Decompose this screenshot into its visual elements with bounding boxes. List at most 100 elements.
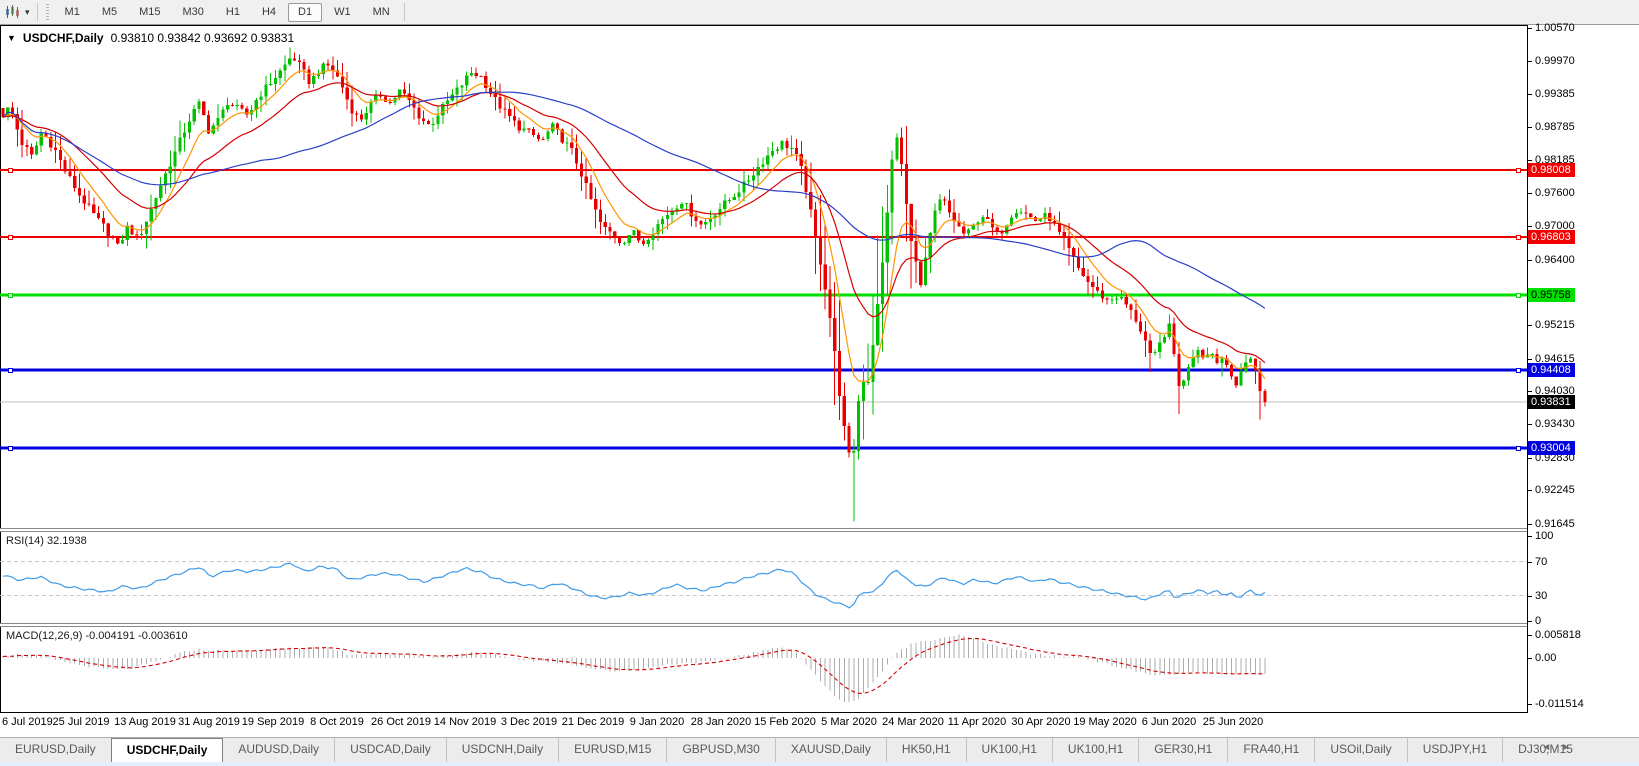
chart-type-icon[interactable] (3, 4, 23, 20)
date-axis-label: 19 May 2020 (1073, 716, 1137, 728)
timeframe-button-m30[interactable]: M30 (173, 3, 214, 22)
hline-handle[interactable] (8, 235, 13, 241)
tab-ger30-h1[interactable]: GER30,H1 (1138, 738, 1227, 762)
hline-handle[interactable] (8, 368, 13, 374)
tab-eurusd-daily[interactable]: EURUSD,Daily (0, 738, 111, 762)
rsi-axis-tick: 100 (1535, 530, 1554, 542)
price-tick-mark (1527, 325, 1532, 327)
timeframe-button-m1[interactable]: M1 (55, 3, 90, 22)
hline-handle[interactable] (1516, 446, 1521, 452)
hline-handle[interactable] (1516, 293, 1521, 299)
hline-handle[interactable] (8, 293, 13, 299)
price-tick-mark (1527, 160, 1532, 162)
price-axis-tick: 0.99970 (1535, 55, 1575, 68)
tab-usdcad-daily[interactable]: USDCAD,Daily (334, 738, 446, 762)
macd-indicator-canvas[interactable] (0, 627, 1528, 712)
timeframe-buttons: M1 M5 M15 M30 H1 H4 D1 W1 MN (54, 2, 401, 22)
price-axis-tick: 0.96400 (1535, 253, 1575, 266)
hline-handle[interactable] (1516, 368, 1521, 374)
rsi-axis-tick: 70 (1535, 555, 1548, 568)
tab-usdjpy-h1[interactable]: USDJPY,H1 (1406, 738, 1502, 762)
rsi-tick-mark (1527, 561, 1532, 563)
date-axis-label: 6 Jul 2019 (2, 716, 53, 728)
date-axis-label: 25 Jun 2020 (1202, 716, 1264, 728)
price-chart-canvas[interactable] (0, 25, 1528, 528)
hline-handle[interactable] (1516, 235, 1521, 241)
date-axis-label: 5 Mar 2020 (821, 716, 877, 728)
hline-handle[interactable] (8, 168, 13, 174)
tab-fra40-h1[interactable]: FRA40,H1 (1227, 738, 1314, 762)
hline-price-badge: 0.93004 (1528, 441, 1575, 456)
rsi-tick-mark (1527, 621, 1532, 622)
tab-uk100-h1[interactable]: UK100,H1 (1051, 738, 1138, 762)
price-tick-mark (1527, 259, 1532, 261)
price-tick-mark (1527, 457, 1532, 459)
date-axis-label: 13 Aug 2019 (114, 716, 176, 728)
timeframe-button-h1[interactable]: H1 (216, 3, 250, 22)
tab-scroll-right-icon[interactable]: ► (1561, 742, 1581, 753)
date-axis-label: 11 Apr 2020 (947, 716, 1007, 728)
rsi-label: RSI(14) 32.1938 (6, 535, 87, 547)
date-axis-label: 21 Dec 2019 (561, 716, 625, 728)
timeframe-button-d1[interactable]: D1 (288, 2, 323, 22)
tab-gbpusd-m30[interactable]: GBPUSD,M30 (666, 738, 774, 762)
chart-title: ▼ USDCHF,Daily 0.93810 0.93842 0.93692 0… (7, 31, 294, 45)
chart-type-dropdown-caret[interactable]: ▾ (25, 7, 30, 18)
rsi-axis-tick: 0 (1535, 615, 1542, 627)
timeframe-button-m15[interactable]: M15 (129, 3, 170, 22)
timeframe-button-m5[interactable]: M5 (92, 3, 127, 22)
tab-audusd-daily[interactable]: AUDUSD,Daily (223, 738, 334, 762)
chart-title-caret[interactable]: ▼ (7, 33, 16, 43)
date-axis-label: 24 Mar 2020 (882, 716, 944, 728)
date-axis-label: 31 Aug 2019 (178, 716, 240, 728)
date-axis-label: 8 Oct 2019 (310, 716, 364, 728)
price-tick-mark (1527, 61, 1532, 63)
hline-handle[interactable] (8, 446, 13, 452)
date-axis-label: 9 Jan 2020 (629, 716, 685, 728)
macd-axis-tick: 0.005818 (1535, 629, 1581, 641)
date-axis: 6 Jul 2019 25 Jul 2019 13 Aug 2019 31 Aug 2… (0, 713, 1528, 737)
price-tick-mark (1527, 192, 1532, 194)
chart-symbol-label: USDCHF,Daily (22, 31, 104, 45)
timeframe-button-mn[interactable]: MN (363, 3, 400, 22)
timeframe-button-w1[interactable]: W1 (324, 3, 361, 22)
macd-tick-mark (1527, 635, 1532, 636)
tab-xauusd-daily[interactable]: XAUUSD,Daily (774, 738, 886, 762)
price-axis-tick: 0.98785 (1535, 121, 1575, 134)
tab-eurusd-m15[interactable]: EURUSD,M15 (558, 738, 666, 762)
mt4-window: ▾ M1 M5 M15 M30 H1 H4 D1 W1 MN ▼ USDCHF,Daily 0.… (0, 0, 1639, 766)
price-axis-tick: 0.92245 (1535, 484, 1575, 497)
tab-usdcnh-daily[interactable]: USDCNH,Daily (445, 738, 558, 762)
macd-axis-tick: 0.00 (1535, 652, 1557, 664)
chart-tab-bar: EURUSD,Daily USDCHF,Daily AUDUSD,Daily USDC… (0, 737, 1639, 762)
tab-scroll-left-icon[interactable]: ◄ (1541, 742, 1561, 753)
price-axis-tick: 0.97600 (1535, 186, 1575, 199)
price-tick-mark (1527, 490, 1532, 492)
toolbar-drag-grip[interactable] (45, 4, 49, 20)
macd-tick-mark (1527, 658, 1532, 659)
price-tick-mark (1527, 226, 1532, 228)
toolbar-separator (36, 3, 38, 21)
hline-price-badge: 0.94408 (1528, 363, 1575, 378)
price-axis-tick: 0.91645 (1535, 517, 1575, 530)
price-axis-tick: 0.93430 (1535, 418, 1575, 431)
hline-handle[interactable] (1516, 168, 1521, 174)
rsi-indicator-canvas[interactable] (0, 532, 1528, 623)
date-axis-label: 25 Jul 2019 (52, 716, 110, 728)
rsi-tick-mark (1527, 536, 1532, 537)
date-axis-label: 26 Oct 2019 (371, 716, 431, 728)
price-tick-mark (1527, 358, 1532, 360)
macd-label: MACD(12,26,9) -0.004191 -0.003610 (6, 630, 188, 642)
price-axis-tick: 0.99385 (1535, 87, 1575, 100)
timeframe-toolbar: ▾ M1 M5 M15 M30 H1 H4 D1 W1 MN (0, 0, 1639, 25)
tab-uk100-h1[interactable]: UK100,H1 (965, 738, 1052, 762)
current-price-badge: 0.93831 (1528, 395, 1575, 410)
tab-usdchf-daily[interactable]: USDCHF,Daily (110, 738, 224, 762)
price-tick-mark (1527, 523, 1532, 525)
tab-usoil-daily[interactable]: USOil,Daily (1314, 738, 1406, 762)
chart-ohlc-values: 0.93810 0.93842 0.93692 0.93831 (110, 31, 295, 45)
tab-hk50-h1[interactable]: HK50,H1 (885, 738, 966, 762)
timeframe-button-h4[interactable]: H4 (252, 3, 286, 22)
date-axis-label: 15 Feb 2020 (754, 716, 816, 728)
rsi-axis-tick: 30 (1535, 589, 1548, 602)
